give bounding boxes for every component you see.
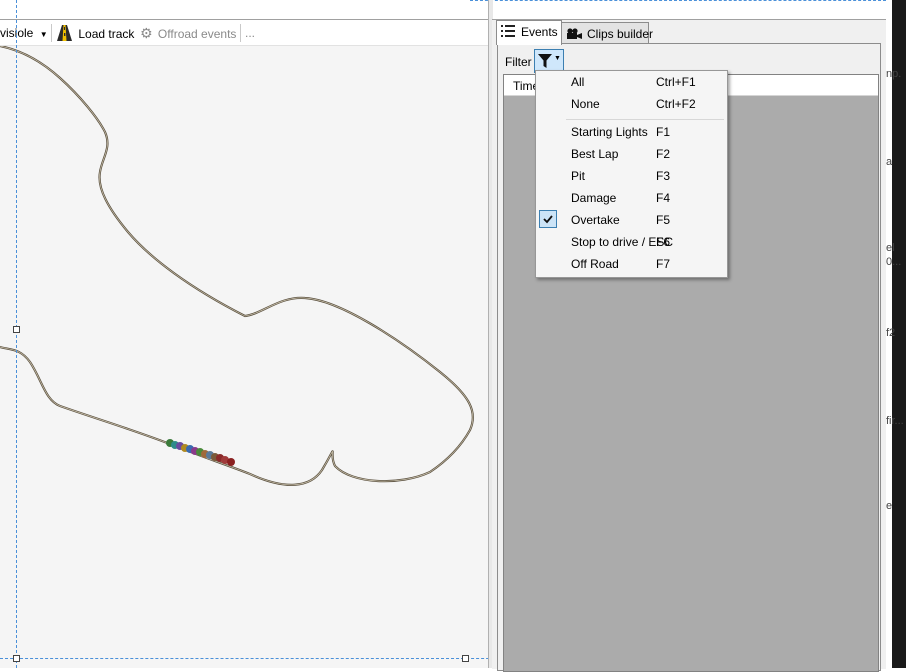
top-divider [0, 19, 488, 20]
resize-handle[interactable] [13, 326, 20, 333]
menu-item-label: Pit [571, 169, 586, 183]
menu-item-label: Overtake [571, 213, 620, 227]
resize-handle[interactable] [13, 655, 20, 662]
menu-item-label: Best Lap [571, 147, 619, 161]
menu-item-shortcut: F6 [656, 235, 671, 249]
menu-separator [566, 119, 724, 120]
clipped-text: e [886, 500, 893, 512]
track-view-pane: visiole ▼ Load track ⚙ Offroad events ..… [0, 0, 488, 668]
filter-menu: All Ctrl+F1 None Ctrl+F2 Starting Lights… [535, 70, 728, 278]
funnel-icon [538, 54, 552, 68]
tab-events[interactable]: Events [496, 20, 562, 45]
menu-item-stop-to-drive[interactable]: Stop to drive / ESC F6 [538, 231, 725, 253]
tab-clips-builder-label: Clips builder [587, 27, 654, 41]
view-dropdown[interactable]: visiole ▼ [0, 25, 48, 41]
menu-item-shortcut: F3 [656, 169, 671, 183]
menu-item-shortcut: F4 [656, 191, 671, 205]
list-icon [501, 25, 515, 37]
clipped-text: 0... [886, 256, 902, 268]
toolbar-separator [240, 24, 241, 42]
menu-item-shortcut: Ctrl+F2 [656, 97, 696, 111]
chevron-down-icon: ▼ [554, 55, 561, 62]
menu-item-shortcut: Ctrl+F1 [656, 75, 696, 89]
menu-item-damage[interactable]: Damage F4 [538, 187, 725, 209]
tab-clips-builder[interactable]: Clips builder [561, 22, 653, 44]
chevron-down-icon: ▼ [39, 30, 48, 39]
menu-item-label: Off Road [571, 257, 619, 271]
menu-item-all[interactable]: All Ctrl+F1 [538, 71, 725, 93]
clipped-text: a [886, 156, 893, 168]
menu-item-shortcut: F2 [656, 147, 671, 161]
menu-item-overtake[interactable]: Overtake F5 [538, 209, 725, 231]
tab-events-label: Events [521, 25, 558, 39]
menu-item-pit[interactable]: Pit F3 [538, 165, 725, 187]
menu-item-shortcut: F5 [656, 213, 671, 227]
load-track-button[interactable]: Load track [57, 25, 134, 41]
check-state [539, 210, 557, 228]
checkmark-icon [543, 215, 553, 224]
menu-item-label: Damage [571, 191, 617, 205]
menu-item-none[interactable]: None Ctrl+F2 [538, 93, 725, 115]
menu-item-shortcut: F1 [656, 125, 671, 139]
road-icon [57, 25, 72, 41]
offroad-events-button[interactable]: ⚙ Offroad events [140, 25, 236, 41]
track-toolbar: visiole ▼ Load track ⚙ Offroad events ..… [0, 21, 488, 46]
gear-icon: ⚙ [140, 25, 153, 41]
toolbar-separator [51, 24, 52, 42]
menu-item-label: None [571, 97, 600, 111]
selection-guide [470, 0, 886, 1]
clipped-text: fir... [886, 415, 904, 427]
track-outline [0, 46, 474, 486]
toolbar-overflow-button[interactable]: ... [245, 25, 255, 41]
menu-item-best-lap[interactable]: Best Lap F2 [538, 143, 725, 165]
track-map[interactable] [0, 46, 488, 668]
offroad-events-label: Offroad events [157, 27, 237, 41]
car-markers [166, 439, 235, 466]
clipped-text: f2 [886, 327, 896, 339]
car-marker [227, 458, 235, 466]
clipped-text: np. [886, 68, 902, 80]
camera-icon [567, 28, 582, 39]
menu-item-label: Starting Lights [571, 125, 648, 139]
selection-guide [16, 0, 17, 668]
filter-label: Filter [505, 55, 532, 69]
menu-item-label: All [571, 75, 585, 89]
menu-item-off-road[interactable]: Off Road F7 [538, 253, 725, 275]
menu-item-shortcut: F7 [656, 257, 671, 271]
load-track-label: Load track [78, 27, 135, 41]
resize-handle[interactable] [462, 655, 469, 662]
menu-item-starting-lights[interactable]: Starting Lights F1 [538, 121, 725, 143]
clipped-text: el [886, 242, 895, 254]
